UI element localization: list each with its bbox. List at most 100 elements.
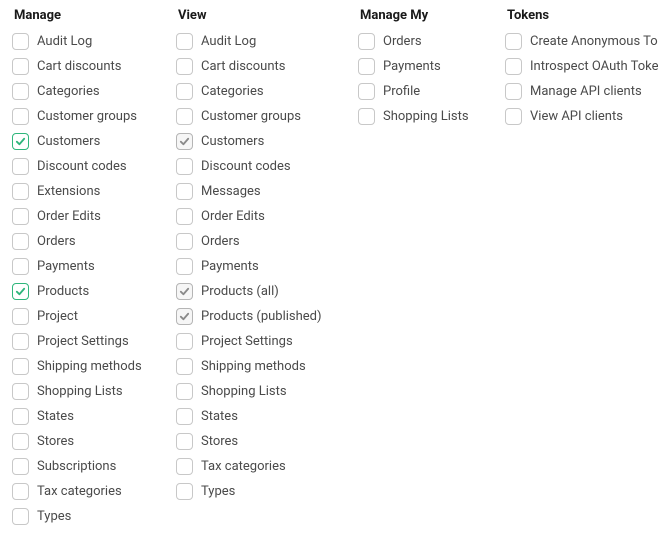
column-heading: Manage: [12, 8, 164, 23]
permission-label: Payments: [201, 260, 259, 273]
checkbox-tax-categories[interactable]: [176, 458, 193, 475]
permission-item-project-settings: Project Settings: [176, 333, 346, 350]
permission-item-customers: Customers: [12, 133, 164, 150]
checkbox-extensions[interactable]: [12, 183, 29, 200]
checkbox-view-api-clients[interactable]: [505, 108, 522, 125]
checkbox-orders[interactable]: [358, 33, 375, 50]
permission-label: Audit Log: [201, 35, 256, 48]
column-heading: View: [176, 8, 346, 23]
checkbox-customer-groups[interactable]: [12, 108, 29, 125]
checkbox-products[interactable]: [12, 283, 29, 300]
column-heading: Tokens: [505, 8, 658, 23]
permission-label: Shopping Lists: [37, 385, 123, 398]
permission-item-audit-log: Audit Log: [176, 33, 346, 50]
permission-item-products-published: Products (published): [176, 308, 346, 325]
checkbox-manage-api-clients[interactable]: [505, 83, 522, 100]
permission-item-audit-log: Audit Log: [12, 33, 164, 50]
checkbox-states[interactable]: [12, 408, 29, 425]
permission-item-products: Products: [12, 283, 164, 300]
checkbox-customer-groups[interactable]: [176, 108, 193, 125]
checkbox-project[interactable]: [12, 308, 29, 325]
checkbox-cart-discounts[interactable]: [12, 58, 29, 75]
checkbox-subscriptions[interactable]: [12, 458, 29, 475]
checkbox-create-anonymous-token[interactable]: [505, 33, 522, 50]
permission-label: Cart discounts: [201, 60, 285, 73]
checkbox-shopping-lists[interactable]: [358, 108, 375, 125]
permission-label: Discount codes: [37, 160, 127, 173]
checkbox-shopping-lists[interactable]: [12, 383, 29, 400]
permission-item-tax-categories: Tax categories: [12, 483, 164, 500]
permission-item-payments: Payments: [176, 258, 346, 275]
checkbox-products-published[interactable]: [176, 308, 193, 325]
permission-item-customers: Customers: [176, 133, 346, 150]
permission-item-shopping-lists: Shopping Lists: [176, 383, 346, 400]
permission-item-profile: Profile: [358, 83, 493, 100]
checkbox-shopping-lists[interactable]: [176, 383, 193, 400]
checkbox-payments[interactable]: [358, 58, 375, 75]
permission-item-states: States: [176, 408, 346, 425]
checkbox-orders[interactable]: [12, 233, 29, 250]
column-manage-my: Manage MyOrdersPaymentsProfileShopping L…: [358, 8, 493, 133]
checkbox-payments[interactable]: [176, 258, 193, 275]
checkbox-discount-codes[interactable]: [176, 158, 193, 175]
permission-item-extensions: Extensions: [12, 183, 164, 200]
permission-label: Subscriptions: [37, 460, 116, 473]
permission-item-discount-codes: Discount codes: [176, 158, 346, 175]
checkbox-categories[interactable]: [12, 83, 29, 100]
permission-item-states: States: [12, 408, 164, 425]
column-heading: Manage My: [358, 8, 493, 23]
checkbox-categories[interactable]: [176, 83, 193, 100]
checkbox-types[interactable]: [12, 508, 29, 525]
checkbox-stores[interactable]: [176, 433, 193, 450]
checkbox-audit-log[interactable]: [12, 33, 29, 50]
checkbox-tax-categories[interactable]: [12, 483, 29, 500]
checkbox-payments[interactable]: [12, 258, 29, 275]
checkbox-order-edits[interactable]: [176, 208, 193, 225]
permission-label: Project: [37, 310, 78, 323]
permission-label: Customer groups: [37, 110, 137, 123]
checkbox-project-settings[interactable]: [176, 333, 193, 350]
permission-label: Discount codes: [201, 160, 291, 173]
permission-label: Payments: [37, 260, 95, 273]
checkbox-messages[interactable]: [176, 183, 193, 200]
permission-label: Customer groups: [201, 110, 301, 123]
checkbox-discount-codes[interactable]: [12, 158, 29, 175]
checkbox-types[interactable]: [176, 483, 193, 500]
checkbox-products-all[interactable]: [176, 283, 193, 300]
permission-label: Shopping Lists: [201, 385, 287, 398]
checkbox-audit-log[interactable]: [176, 33, 193, 50]
checkbox-customers[interactable]: [12, 133, 29, 150]
checkbox-profile[interactable]: [358, 83, 375, 100]
permission-label: Order Edits: [37, 210, 101, 223]
permission-label: Types: [37, 510, 71, 523]
checkbox-introspect-oauth-tokens[interactable]: [505, 58, 522, 75]
permission-label: Extensions: [37, 185, 100, 198]
permission-label: Manage API clients: [530, 85, 642, 98]
checkbox-stores[interactable]: [12, 433, 29, 450]
permission-item-products-all: Products (all): [176, 283, 346, 300]
checkbox-order-edits[interactable]: [12, 208, 29, 225]
permission-item-messages: Messages: [176, 183, 346, 200]
permission-label: Tax categories: [37, 485, 122, 498]
permission-label: Create Anonymous Token: [530, 35, 658, 48]
checkbox-cart-discounts[interactable]: [176, 58, 193, 75]
permission-item-types: Types: [12, 508, 164, 525]
column-view: ViewAudit LogCart discountsCategoriesCus…: [176, 8, 346, 508]
checkbox-shipping-methods[interactable]: [176, 358, 193, 375]
checkbox-customers[interactable]: [176, 133, 193, 150]
permission-item-cart-discounts: Cart discounts: [176, 58, 346, 75]
permission-item-stores: Stores: [12, 433, 164, 450]
permission-item-view-api-clients: View API clients: [505, 108, 658, 125]
checkbox-project-settings[interactable]: [12, 333, 29, 350]
permission-label: Stores: [201, 435, 238, 448]
checkbox-shipping-methods[interactable]: [12, 358, 29, 375]
permissions-columns: ManageAudit LogCart discountsCategoriesC…: [12, 8, 646, 533]
permission-label: Orders: [201, 235, 240, 248]
permission-item-orders: Orders: [176, 233, 346, 250]
permission-label: Products: [37, 285, 89, 298]
checkbox-orders[interactable]: [176, 233, 193, 250]
permission-item-introspect-oauth-tokens: Introspect OAuth Tokens: [505, 58, 658, 75]
checkbox-states[interactable]: [176, 408, 193, 425]
permission-item-stores: Stores: [176, 433, 346, 450]
permission-label: States: [37, 410, 74, 423]
